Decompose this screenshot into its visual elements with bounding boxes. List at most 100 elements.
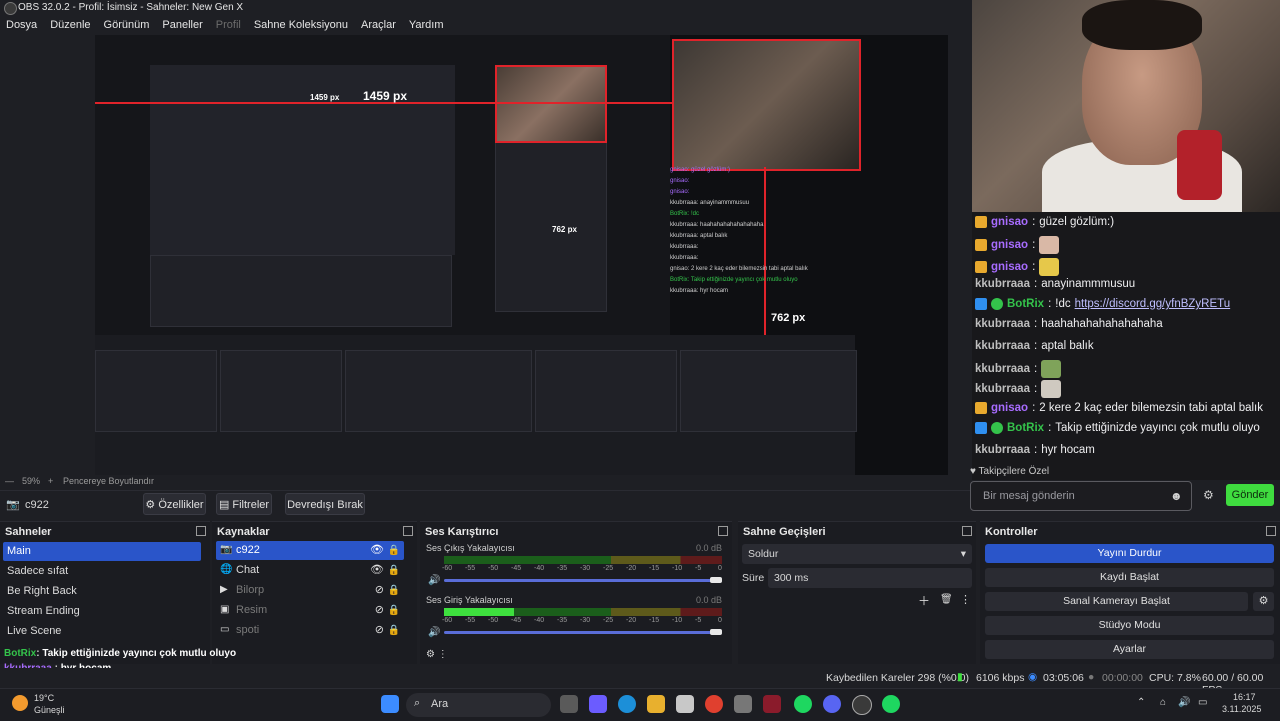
battery-icon[interactable]: ▭ xyxy=(1198,697,1207,708)
menu-sahne-koleksiyonu[interactable]: Sahne Koleksiyonu xyxy=(254,19,348,31)
source-item-spoti[interactable]: ▭ spoti ⊘ 🔒 xyxy=(216,621,404,640)
edge-icon[interactable] xyxy=(618,695,636,713)
chat-username[interactable]: gnisao xyxy=(991,402,1028,414)
chat-username[interactable]: gnisao xyxy=(991,239,1028,251)
scene-item-be-right-back[interactable]: Be Right Back xyxy=(3,582,201,601)
scene-item-stream-ending[interactable]: Stream Ending xyxy=(3,602,201,621)
duration-input[interactable]: 300 ms xyxy=(768,568,972,588)
chat-username[interactable]: BotRix xyxy=(1007,298,1044,310)
chat-username[interactable]: BotRix xyxy=(1007,422,1044,434)
virtual-camera-settings-icon[interactable]: ⚙ xyxy=(1253,592,1274,611)
preview-canvas[interactable]: 1459 px 1459 px 762 px 762 px gnisao: gü… xyxy=(95,35,948,475)
chat-separator: : xyxy=(1033,444,1038,456)
more-options-icon[interactable]: ⋮ xyxy=(960,593,971,606)
dock-float-icon[interactable] xyxy=(403,526,413,536)
add-transition-icon[interactable]: ＋ xyxy=(918,592,930,609)
chat-username[interactable]: kkubrraaa xyxy=(975,444,1030,456)
dock-float-icon[interactable] xyxy=(1266,526,1276,536)
app-icon[interactable] xyxy=(734,695,752,713)
volume-knob[interactable] xyxy=(710,577,722,583)
scene-item-main[interactable]: Main xyxy=(3,542,201,561)
source-item-resim[interactable]: ▣ Resim ⊘ 🔒 xyxy=(216,601,404,620)
chat-input[interactable]: Bir mesaj gönderin xyxy=(970,481,1192,511)
spotify-icon[interactable] xyxy=(794,695,812,713)
send-button[interactable]: Gönder xyxy=(1226,484,1274,506)
chat-username[interactable]: kkubrraaa xyxy=(975,363,1030,375)
store-icon[interactable] xyxy=(676,695,694,713)
chat-username[interactable]: kkubrraaa xyxy=(975,278,1030,290)
zoom-minus-icon[interactable]: — xyxy=(5,476,14,486)
chat-username[interactable]: gnisao xyxy=(991,216,1028,228)
lock-icon[interactable]: 🔒 xyxy=(388,621,400,640)
dock-float-icon[interactable] xyxy=(962,526,972,536)
discord-icon[interactable] xyxy=(823,695,841,713)
file-explorer-icon[interactable] xyxy=(647,695,665,713)
app-icon[interactable] xyxy=(763,695,781,713)
sources-title: Kaynaklar xyxy=(217,526,270,538)
transitions-title: Sahne Geçişleri xyxy=(743,526,826,538)
source-item-c922[interactable]: 📷 c922 👁 🔒 xyxy=(216,541,404,560)
chat-link[interactable]: https://discord.gg/yfnBZyRETu xyxy=(1075,298,1231,310)
chat-username[interactable]: kkubrraaa xyxy=(975,318,1030,330)
scene-item-sadece-sifat[interactable]: Sadece sıfat xyxy=(3,562,201,581)
windows-start-icon[interactable] xyxy=(381,695,399,713)
chevron-up-icon[interactable]: ⌃ xyxy=(1137,697,1145,708)
mixer-settings-icon[interactable]: ⚙ ⋮ xyxy=(426,649,448,660)
volume-knob[interactable] xyxy=(710,629,722,635)
trash-icon[interactable]: 🗑 xyxy=(940,594,953,605)
volume-slider[interactable] xyxy=(444,631,722,634)
scene-item-live-scene[interactable]: Live Scene xyxy=(3,622,201,641)
network-icon[interactable]: ⌂ xyxy=(1160,697,1166,708)
menu-profil[interactable]: Profil xyxy=(216,19,241,31)
task-view-icon[interactable] xyxy=(560,695,578,713)
obs-icon[interactable] xyxy=(852,695,872,715)
volume-slider[interactable] xyxy=(444,579,722,582)
source-item-bilorp[interactable]: ▶ Bilorp ⊘ 🔒 xyxy=(216,581,404,600)
studio-mode-button[interactable]: Stüdyo Modu xyxy=(985,616,1274,635)
hidden-eye-icon[interactable]: ⊘ xyxy=(375,581,384,600)
visibility-eye-icon[interactable]: 👁 xyxy=(370,541,384,560)
lock-icon[interactable]: 🔒 xyxy=(388,561,400,580)
menu-yardim[interactable]: Yardım xyxy=(409,19,444,31)
chat-username[interactable]: kkubrraaa xyxy=(975,383,1030,395)
copilot-icon[interactable] xyxy=(589,695,607,713)
start-recording-button[interactable]: Kaydı Başlat xyxy=(985,568,1274,587)
speaker-icon[interactable]: 🔊 xyxy=(428,575,440,586)
spotify-icon[interactable] xyxy=(882,695,900,713)
volume-icon[interactable]: 🔊 xyxy=(1178,697,1190,708)
dock-float-icon[interactable] xyxy=(718,526,728,536)
visibility-eye-icon[interactable]: 👁 xyxy=(370,561,384,580)
transition-select[interactable]: Soldur ▾ xyxy=(742,544,972,564)
emoji-icon[interactable]: ☻ xyxy=(1170,489,1183,503)
hidden-eye-icon[interactable]: ⊘ xyxy=(375,621,384,640)
speaker-icon[interactable]: 🔊 xyxy=(428,627,440,638)
chat-settings-icon[interactable]: ⚙ xyxy=(1203,488,1214,502)
menu-paneller[interactable]: Paneller xyxy=(162,19,202,31)
menu-araclar[interactable]: Araçlar xyxy=(361,19,396,31)
disable-button[interactable]: Devredışı Bırak xyxy=(285,493,365,515)
chat-username[interactable]: gnisao xyxy=(991,261,1028,273)
taskbar-search[interactable]: ⌕ Ara xyxy=(406,693,551,717)
zoom-plus-icon[interactable]: + xyxy=(48,476,53,486)
lock-icon[interactable]: 🔒 xyxy=(388,581,400,600)
dock-float-icon[interactable] xyxy=(196,526,206,536)
lock-icon[interactable]: 🔒 xyxy=(388,541,400,560)
hidden-eye-icon[interactable]: ⊘ xyxy=(375,601,384,620)
chrome-icon[interactable] xyxy=(705,695,723,713)
source-item-chat[interactable]: 🌐 Chat 👁 🔒 xyxy=(216,561,404,580)
weather-icon[interactable] xyxy=(12,695,28,711)
menu-gorunum[interactable]: Görünüm xyxy=(104,19,150,31)
stop-stream-button[interactable]: Yayını Durdur xyxy=(985,544,1274,563)
settings-button[interactable]: Ayarlar xyxy=(985,640,1274,659)
scenes-title: Sahneler xyxy=(5,526,52,538)
lock-icon[interactable]: 🔒 xyxy=(388,601,400,620)
chat-username[interactable]: kkubrraaa xyxy=(975,340,1030,352)
menu-duzenle[interactable]: Düzenle xyxy=(50,19,90,31)
webcam-source-selected[interactable] xyxy=(672,39,861,171)
filters-button[interactable]: ▤ Filtreler xyxy=(216,493,272,515)
start-virtual-camera-button[interactable]: Sanal Kamerayı Başlat xyxy=(985,592,1248,611)
cat-emote-icon xyxy=(1039,236,1060,254)
properties-button[interactable]: ⚙ Özellikler xyxy=(143,493,206,515)
menu-dosya[interactable]: Dosya xyxy=(6,19,37,31)
scale-tick: -35 xyxy=(557,565,568,572)
